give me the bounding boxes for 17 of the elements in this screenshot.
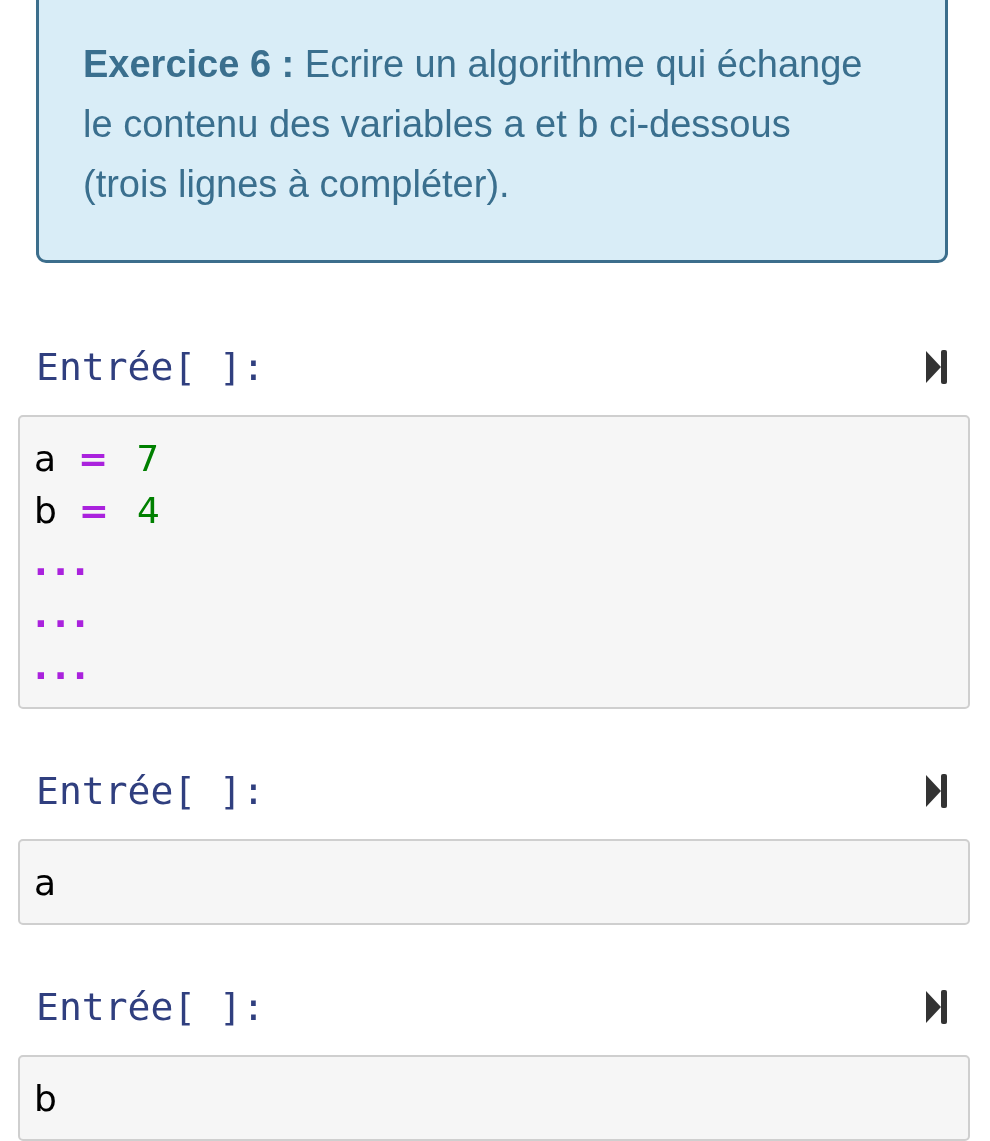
code-line: b = 4 — [34, 489, 161, 533]
code-line: a — [34, 861, 58, 905]
code-line: ... — [34, 541, 95, 585]
code-line: ... — [34, 593, 95, 637]
cell-prompt: Entrée[ ]: — [36, 769, 265, 813]
code-cell[interactable]: a = 7 b = 4 ... ... ... — [18, 415, 970, 709]
code-line: a = 7 — [34, 437, 161, 481]
exercise-text: Exercice 6 : Ecrire un algorithme qui échange le contenu des variables a et b ci-dessous (trois lignes à compléter). — [83, 42, 864, 207]
code-line: ... — [34, 645, 95, 689]
cell-prompt: Entrée[ ]: — [36, 345, 265, 389]
code-line: b — [34, 1077, 58, 1121]
run-cell-icon[interactable] — [926, 989, 948, 1025]
run-cell-icon[interactable] — [926, 349, 948, 385]
run-cell-icon[interactable] — [926, 773, 948, 809]
code-cell[interactable]: a — [18, 839, 970, 925]
cell-prompt: Entrée[ ]: — [36, 985, 265, 1029]
code-cell[interactable]: b — [18, 1055, 970, 1141]
